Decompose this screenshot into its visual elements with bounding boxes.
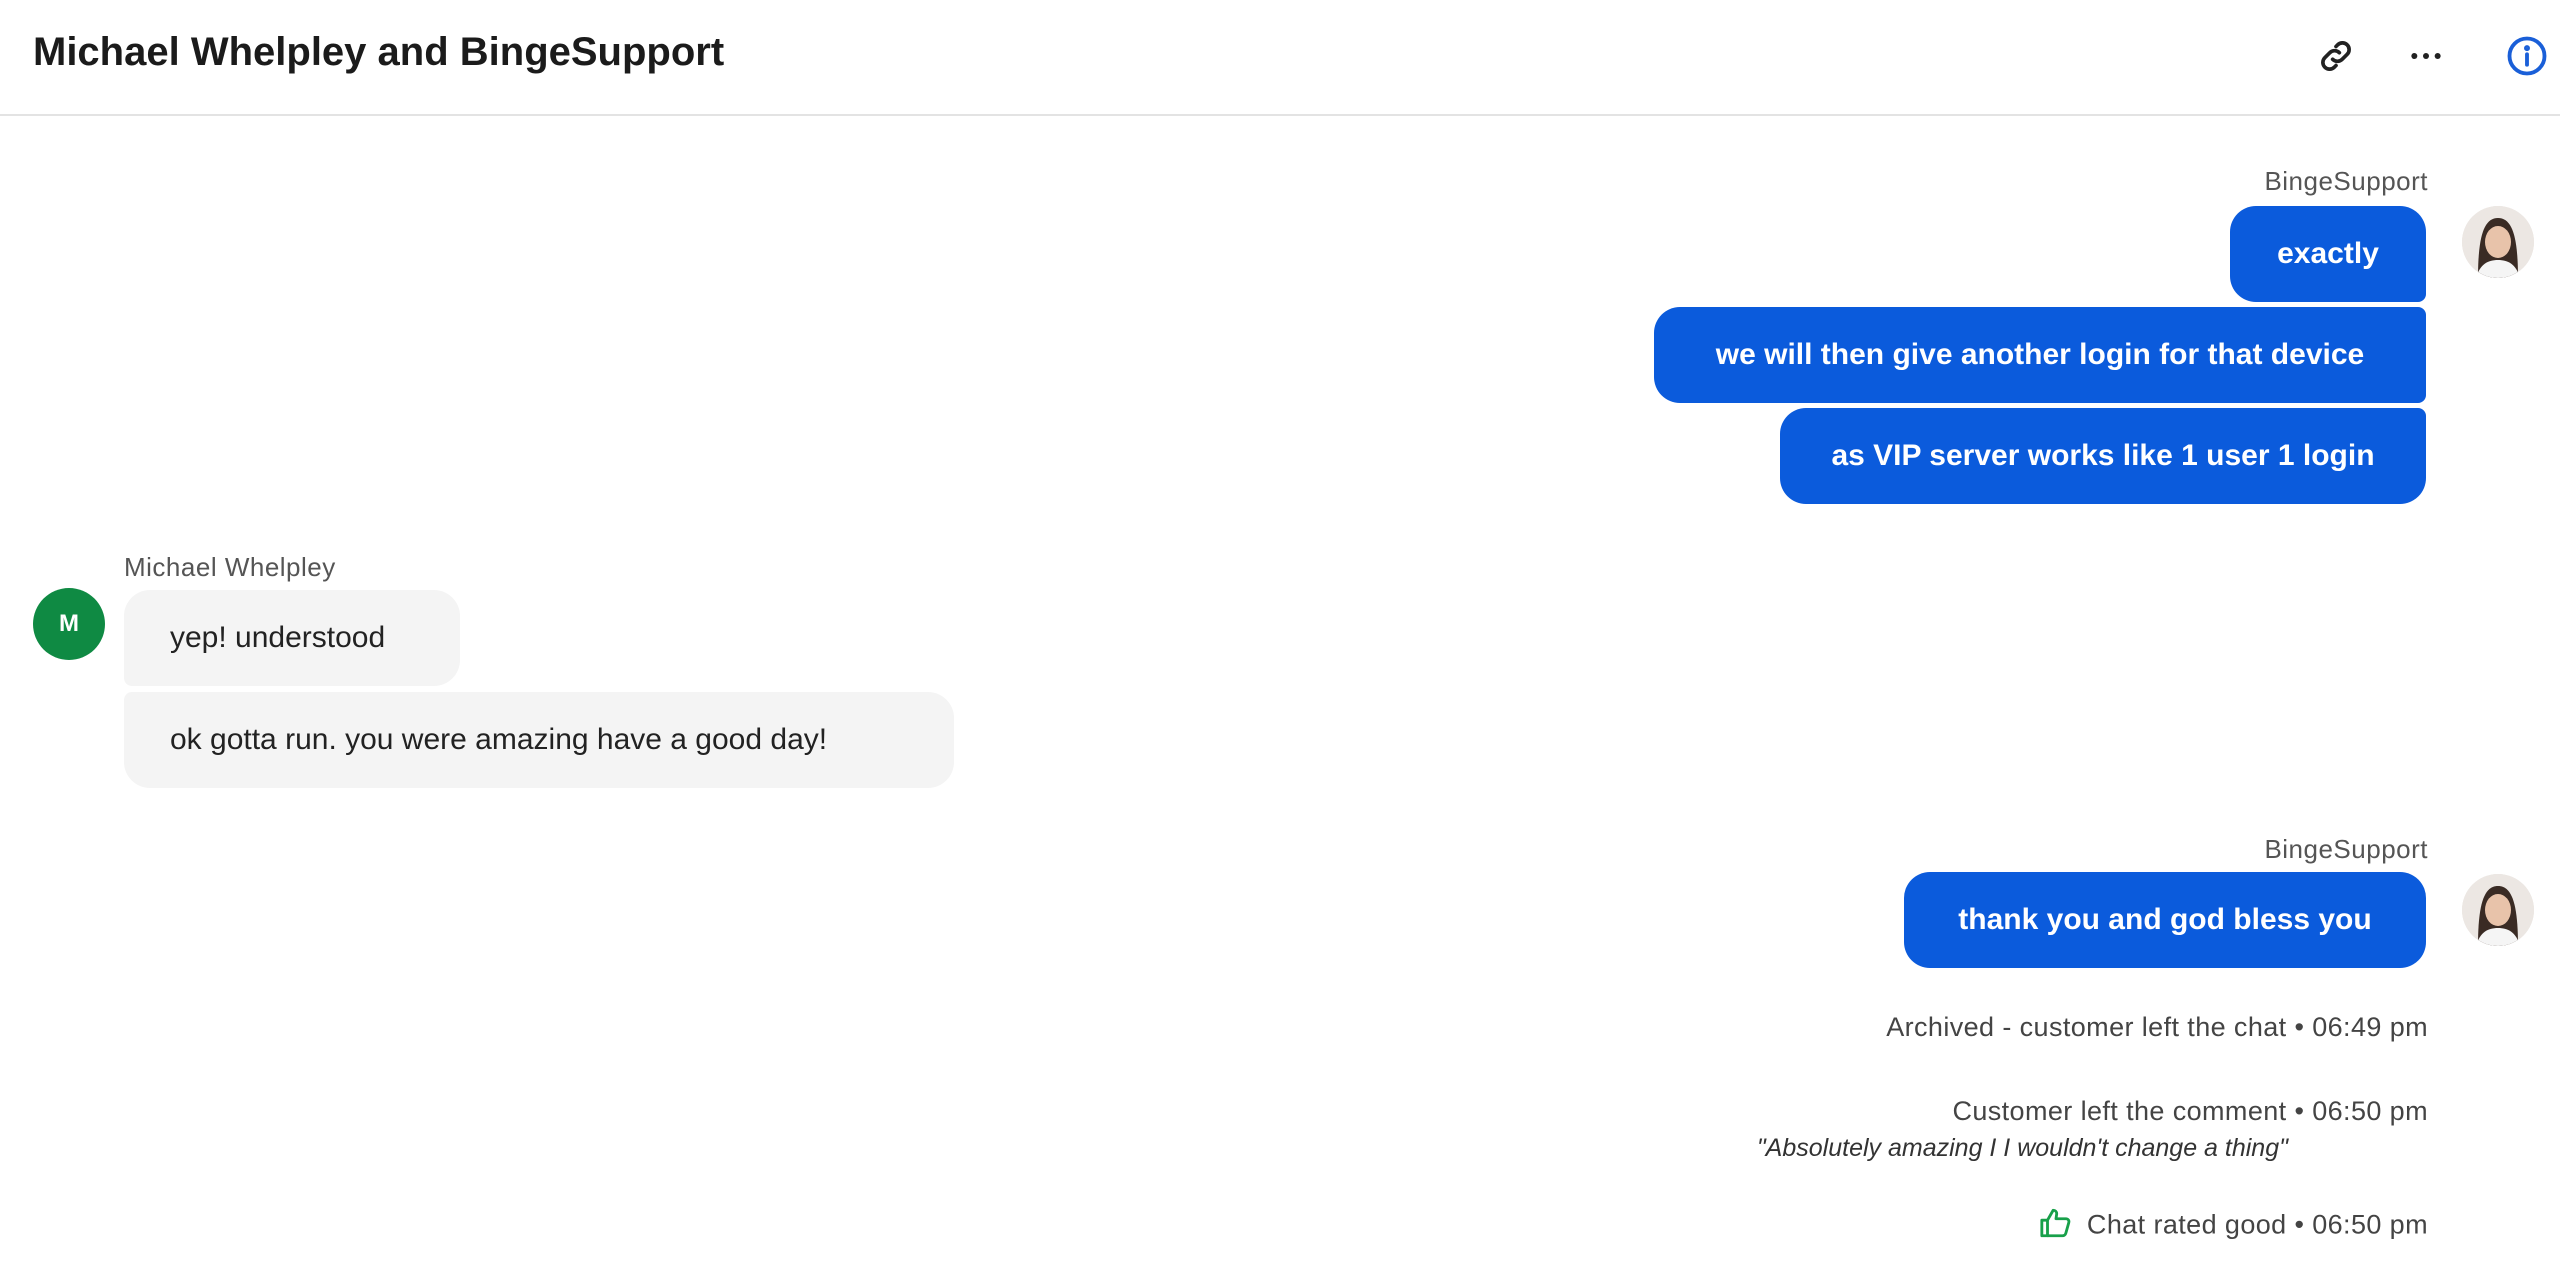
customer-comment: "Absolutely amazing I I wouldn't change …	[1756, 1134, 2288, 1162]
sender-name: BingeSupport	[2264, 834, 2428, 864]
sender-name: Michael Whelpley	[124, 552, 336, 582]
customer-avatar: M	[33, 588, 105, 660]
chat-header: Michael Whelpley and BingeSupport	[0, 0, 2560, 116]
rating-text: Chat rated good • 06:50 pm	[2086, 1209, 2428, 1240]
link-icon[interactable]	[2314, 34, 2358, 78]
agent-avatar	[2462, 206, 2534, 278]
agent-avatar	[2462, 874, 2534, 946]
message-bubble: we will then give another login for that…	[1654, 307, 2426, 403]
message-bubble: exactly	[2230, 206, 2426, 302]
thumbs-up-icon	[2039, 1206, 2073, 1247]
sender-name: BingeSupport	[2264, 166, 2428, 196]
message-bubble: thank you and god bless you	[1904, 872, 2426, 968]
info-icon[interactable]	[2505, 34, 2549, 78]
chat-rating: Chat rated good • 06:50 pm	[2039, 1206, 2428, 1247]
message-bubble: ok gotta run. you were amazing have a go…	[124, 692, 954, 788]
comment-header: Customer left the comment • 06:50 pm	[1952, 1096, 2428, 1126]
archived-status: Archived - customer left the chat • 06:4…	[1886, 1012, 2428, 1042]
message-bubble: as VIP server works like 1 user 1 login	[1780, 408, 2426, 504]
chat-title: Michael Whelpley and BingeSupport	[33, 30, 725, 74]
more-options-icon[interactable]	[2404, 34, 2448, 78]
message-bubble: yep! understood	[124, 590, 460, 686]
avatar-initial: M	[59, 610, 79, 637]
